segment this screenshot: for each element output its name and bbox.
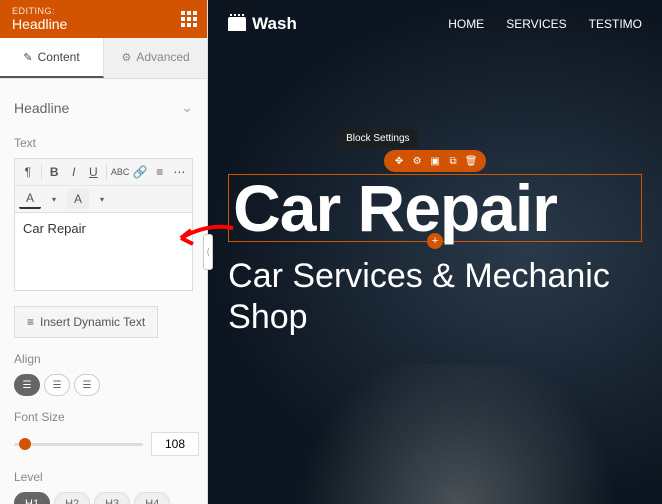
fontsize-slider[interactable] xyxy=(14,443,143,446)
duplicate-icon[interactable]: ⧉ xyxy=(446,154,460,168)
more-button[interactable]: ⋯ xyxy=(171,162,189,182)
save-block-icon[interactable]: ▣ xyxy=(428,154,442,168)
add-block-button[interactable]: + xyxy=(427,233,443,249)
level-buttons: H1 H2 H3 H4 H5 H6 xyxy=(14,492,193,504)
tab-content[interactable]: ✎Content xyxy=(0,38,104,78)
editing-title: Headline xyxy=(12,16,195,32)
pencil-icon: ✎ xyxy=(23,52,32,64)
text-label: Text xyxy=(14,136,193,150)
settings-icon[interactable]: ⚙ xyxy=(410,154,424,168)
bold-button[interactable]: B xyxy=(45,162,63,182)
paragraph-dropdown[interactable]: ¶ xyxy=(19,162,37,182)
list-button[interactable]: ≡ xyxy=(151,162,169,182)
bg-color-button[interactable]: A xyxy=(67,189,89,209)
strikethrough-button[interactable]: ABC xyxy=(111,162,130,182)
level-label: Level xyxy=(14,470,193,484)
headline-selection-frame[interactable]: Car Repair + xyxy=(228,174,642,242)
editor-tabs: ✎Content ⚙Advanced xyxy=(0,38,207,79)
link-button[interactable]: 🔗 xyxy=(131,162,149,182)
level-h3[interactable]: H3 xyxy=(94,492,130,504)
move-icon[interactable]: ✥ xyxy=(392,154,406,168)
block-settings-label: Block Settings xyxy=(338,129,417,148)
content-panel: Headline ⌄ Text ¶ B I U ABC 🔗 ≡ ⋯ A ▾ A … xyxy=(0,79,207,504)
align-buttons: ☰ ☰ ☰ xyxy=(14,374,193,396)
brand-logo[interactable]: Wash xyxy=(228,14,297,34)
hero-subheadline[interactable]: Car Services & Mechanic Shop xyxy=(228,256,642,338)
carwash-icon xyxy=(228,17,246,31)
align-center-button[interactable]: ☰ xyxy=(44,374,70,396)
bg-color-dropdown[interactable]: ▾ xyxy=(91,189,113,209)
fontsize-input[interactable] xyxy=(151,432,199,456)
text-toolbar: ¶ B I U ABC 🔗 ≡ ⋯ A ▾ A ▾ xyxy=(14,158,193,213)
database-icon: ≡ xyxy=(27,315,34,329)
chevron-down-icon: ⌄ xyxy=(181,99,193,116)
nav-testimonials[interactable]: TESTIMO xyxy=(589,17,642,31)
hero-section: Block Settings ✥ ⚙ ▣ ⧉ 🗑 Car Repair + Ca… xyxy=(208,48,662,338)
apps-grid-icon[interactable] xyxy=(181,11,197,27)
headline-text-input[interactable] xyxy=(14,213,193,291)
delete-icon[interactable]: 🗑 xyxy=(464,154,478,168)
level-h4[interactable]: H4 xyxy=(134,492,170,504)
level-h1[interactable]: H1 xyxy=(14,492,50,504)
fontsize-label: Font Size xyxy=(14,410,193,424)
align-label: Align xyxy=(14,352,193,366)
sliders-icon: ⚙ xyxy=(121,52,131,64)
text-color-dropdown[interactable]: ▾ xyxy=(43,189,65,209)
panel-resize-handle[interactable]: ⟨ xyxy=(203,234,213,270)
insert-dynamic-text-button[interactable]: ≡Insert Dynamic Text xyxy=(14,306,158,338)
tab-advanced[interactable]: ⚙Advanced xyxy=(104,38,207,78)
block-toolbar: ✥ ⚙ ▣ ⧉ 🗑 xyxy=(384,150,486,172)
preview-canvas: Wash HOME SERVICES TESTIMO Block Setting… xyxy=(208,0,662,504)
italic-button[interactable]: I xyxy=(65,162,83,182)
nav-home[interactable]: HOME xyxy=(448,17,484,31)
nav-services[interactable]: SERVICES xyxy=(506,17,566,31)
sidebar-header: EDITING: Headline xyxy=(0,0,207,38)
site-navbar: Wash HOME SERVICES TESTIMO xyxy=(208,0,662,48)
section-headline[interactable]: Headline ⌄ xyxy=(14,93,193,122)
align-left-button[interactable]: ☰ xyxy=(14,374,40,396)
level-h2[interactable]: H2 xyxy=(54,492,90,504)
underline-button[interactable]: U xyxy=(85,162,103,182)
hero-headline[interactable]: Car Repair xyxy=(233,175,637,241)
align-right-button[interactable]: ☰ xyxy=(74,374,100,396)
text-color-button[interactable]: A xyxy=(19,189,41,209)
editing-label: EDITING: xyxy=(12,6,195,16)
